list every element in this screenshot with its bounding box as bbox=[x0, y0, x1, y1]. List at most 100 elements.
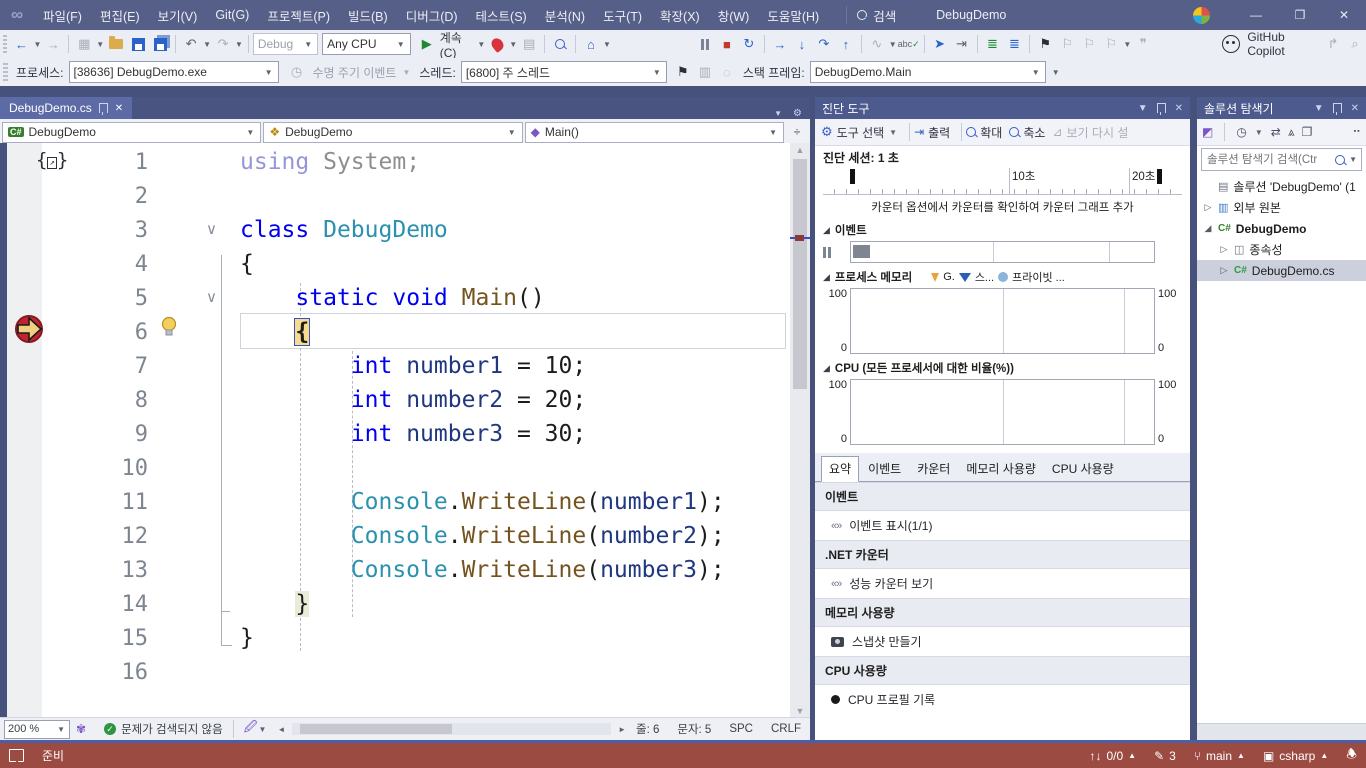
chevron-down-icon[interactable]: ▼ bbox=[203, 40, 211, 49]
scrollbar-thumb[interactable] bbox=[300, 724, 452, 734]
diagnostics-button[interactable]: ∿ bbox=[867, 34, 887, 54]
menu-item-12[interactable]: 도움말(H) bbox=[758, 0, 828, 30]
collapse-icon[interactable]: ◢ bbox=[823, 272, 830, 283]
chevron-down-icon[interactable]: ▼ bbox=[235, 40, 243, 49]
tree-item--DebugDemo-1[interactable]: ▤솔루션 'DebugDemo' (1 bbox=[1197, 176, 1366, 197]
github-copilot-label[interactable]: GitHub Copilot bbox=[1247, 30, 1317, 58]
menu-item-5[interactable]: 빌드(B) bbox=[339, 0, 397, 30]
toolbar-grip[interactable] bbox=[3, 63, 8, 81]
new-project-button[interactable]: ▦ bbox=[74, 34, 94, 54]
summary-action-link[interactable]: «»성능 카운터 보기 bbox=[815, 569, 1190, 598]
chevron-down-icon[interactable]: ▼ bbox=[402, 68, 410, 77]
timeline-start-marker[interactable] bbox=[850, 169, 855, 184]
apply-code-changes-button[interactable]: ▤ bbox=[519, 34, 539, 54]
show-current-process-icon[interactable]: ◌ bbox=[717, 62, 737, 82]
process-combo[interactable]: [38636] DebugDemo.exe▼ bbox=[69, 61, 279, 83]
menu-item-3[interactable]: Git(G) bbox=[206, 0, 258, 30]
step-over-button[interactable]: ↷ bbox=[814, 34, 834, 54]
zoom-level-combo[interactable]: 200 %▼ bbox=[4, 720, 70, 739]
expander-icon[interactable]: ▷ bbox=[1219, 265, 1229, 276]
find-in-files-button[interactable] bbox=[550, 34, 570, 54]
collapse-icon[interactable]: ◢ bbox=[823, 225, 830, 236]
caret-navigation-button[interactable]: ➤ bbox=[930, 34, 950, 54]
menu-item-1[interactable]: 편집(E) bbox=[91, 0, 149, 30]
chevron-down-icon[interactable]: ▼ bbox=[477, 40, 485, 49]
menu-item-11[interactable]: 창(W) bbox=[709, 0, 759, 30]
pause-events-icon[interactable] bbox=[823, 241, 847, 263]
branch-button[interactable]: ⑂ main ▲ bbox=[1185, 743, 1254, 768]
sync-with-active-document-icon[interactable]: ⇄ bbox=[1271, 125, 1281, 139]
redo-button[interactable]: ↷ bbox=[213, 34, 233, 54]
member-dropdown[interactable]: ◆ Main()▼ bbox=[525, 122, 784, 143]
diagnostics-tab-카운터[interactable]: 카운터 bbox=[910, 457, 957, 481]
expander-icon[interactable]: ◢ bbox=[1203, 223, 1213, 234]
menu-item-9[interactable]: 도구(T) bbox=[594, 0, 651, 30]
web-browser-button[interactable]: ⌂ bbox=[581, 34, 601, 54]
close-icon[interactable]: ✕ bbox=[115, 103, 123, 114]
menu-item-7[interactable]: 테스트(S) bbox=[467, 0, 536, 30]
indent-increase-button[interactable]: ≣ bbox=[1004, 34, 1024, 54]
solution-configuration-combo[interactable]: Debug▼ bbox=[253, 33, 318, 55]
collapse-all-icon[interactable]: ⩓ bbox=[1288, 125, 1295, 140]
split-window-button[interactable]: ÷ bbox=[786, 123, 808, 142]
sync-commits-button[interactable]: ↑↓ 0/0 ▲ bbox=[1080, 743, 1145, 768]
chevron-down-icon[interactable]: ▼ bbox=[1255, 128, 1263, 137]
memory-chart[interactable] bbox=[850, 288, 1155, 354]
code-editor[interactable]: {↗} 1using System;23∨class DebugDemo4{5∨… bbox=[0, 143, 810, 718]
copilot-share-button[interactable]: ↱ bbox=[1323, 34, 1343, 54]
chevron-down-icon[interactable]: ▼ bbox=[1123, 40, 1131, 49]
show-next-statement-button[interactable]: → bbox=[770, 34, 790, 54]
collapse-icon[interactable]: ◢ bbox=[823, 363, 830, 374]
lifecycle-events-icon[interactable]: ◷ bbox=[287, 62, 307, 82]
pin-icon[interactable] bbox=[1333, 103, 1342, 113]
scroll-up-icon[interactable]: ▲ bbox=[790, 145, 810, 155]
menu-item-8[interactable]: 분석(N) bbox=[536, 0, 594, 30]
stack-frame-combo[interactable]: DebugDemo.Main▼ bbox=[810, 61, 1046, 83]
solution-explorer-title-bar[interactable]: 솔루션 탐색기 ▼ ✕ bbox=[1197, 97, 1366, 119]
continue-button[interactable]: ▶ bbox=[417, 34, 437, 54]
github-copilot-icon[interactable] bbox=[1221, 34, 1241, 54]
properties-icon[interactable]: ❐ bbox=[1302, 125, 1313, 139]
lightbulb-icon[interactable] bbox=[160, 316, 178, 338]
spaces-indicator[interactable]: SPC bbox=[729, 723, 753, 735]
menu-item-6[interactable]: 디버그(D) bbox=[397, 0, 467, 30]
summary-action-link[interactable]: 스냅샷 만들기 bbox=[815, 627, 1190, 656]
pause-button[interactable] bbox=[695, 34, 715, 54]
spell-check-button[interactable]: abc✓ bbox=[899, 34, 919, 54]
copilot-chat-button[interactable]: ⌕ bbox=[1345, 34, 1365, 54]
switch-views-icon[interactable]: ◩ bbox=[1202, 125, 1213, 139]
cpu-chart[interactable] bbox=[850, 379, 1155, 445]
open-file-button[interactable] bbox=[106, 34, 126, 54]
feedback-icon[interactable]: ✾ bbox=[76, 722, 86, 736]
toolbar-overflow-icon[interactable]: ⠒ bbox=[1352, 125, 1361, 139]
solution-search-input[interactable] bbox=[1205, 153, 1332, 167]
panel-resize-strip[interactable] bbox=[1197, 723, 1366, 740]
diagnostics-tab-요약[interactable]: 요약 bbox=[821, 456, 859, 482]
toggle-bookmark-button[interactable]: ⚑ bbox=[1035, 34, 1055, 54]
comment-button[interactable]: ❞ bbox=[1133, 34, 1153, 54]
previous-bookmark-button[interactable]: ⚐ bbox=[1057, 34, 1077, 54]
save-button[interactable] bbox=[128, 34, 148, 54]
summary-action-link[interactable]: «»이벤트 표시(1/1) bbox=[815, 511, 1190, 540]
event-marker[interactable] bbox=[853, 245, 870, 258]
toolbar-overflow-icon[interactable]: ▼ bbox=[1052, 68, 1060, 77]
diagnostics-tab-CPU-사용량[interactable]: CPU 사용량 bbox=[1045, 457, 1121, 481]
line-ending-indicator[interactable]: CRLF bbox=[771, 723, 801, 735]
navigate-back-button[interactable]: ← bbox=[11, 34, 31, 54]
timeline-end-marker[interactable] bbox=[1157, 169, 1162, 184]
solution-platform-combo[interactable]: Any CPU▼ bbox=[322, 33, 411, 55]
stop-debugging-button[interactable]: ■ bbox=[717, 34, 737, 54]
solution-search-box[interactable]: ▼ bbox=[1201, 148, 1362, 171]
tree-item-DebugDemo.cs[interactable]: ▷C#DebugDemo.cs bbox=[1197, 260, 1366, 281]
chevron-down-icon[interactable]: ▼ bbox=[1349, 155, 1357, 164]
current-statement-arrow-icon[interactable] bbox=[14, 314, 44, 344]
zoom-in-button[interactable]: 확대 bbox=[966, 124, 1002, 141]
summary-action-link[interactable]: CPU 프로필 기록 bbox=[815, 685, 1190, 714]
code-cleanup-icon[interactable]: 🖉 bbox=[244, 718, 258, 740]
diagnostics-tab-이벤트[interactable]: 이벤트 bbox=[861, 457, 908, 481]
column-indicator[interactable]: 문자: 5 bbox=[677, 721, 711, 737]
tree-item--[interactable]: ▷▥외부 원본 bbox=[1197, 197, 1366, 218]
menu-item-2[interactable]: 보기(V) bbox=[149, 0, 207, 30]
diagnostics-tab-메모리-사용량[interactable]: 메모리 사용량 bbox=[959, 457, 1043, 481]
continue-label[interactable]: 계속(C) bbox=[440, 29, 475, 60]
